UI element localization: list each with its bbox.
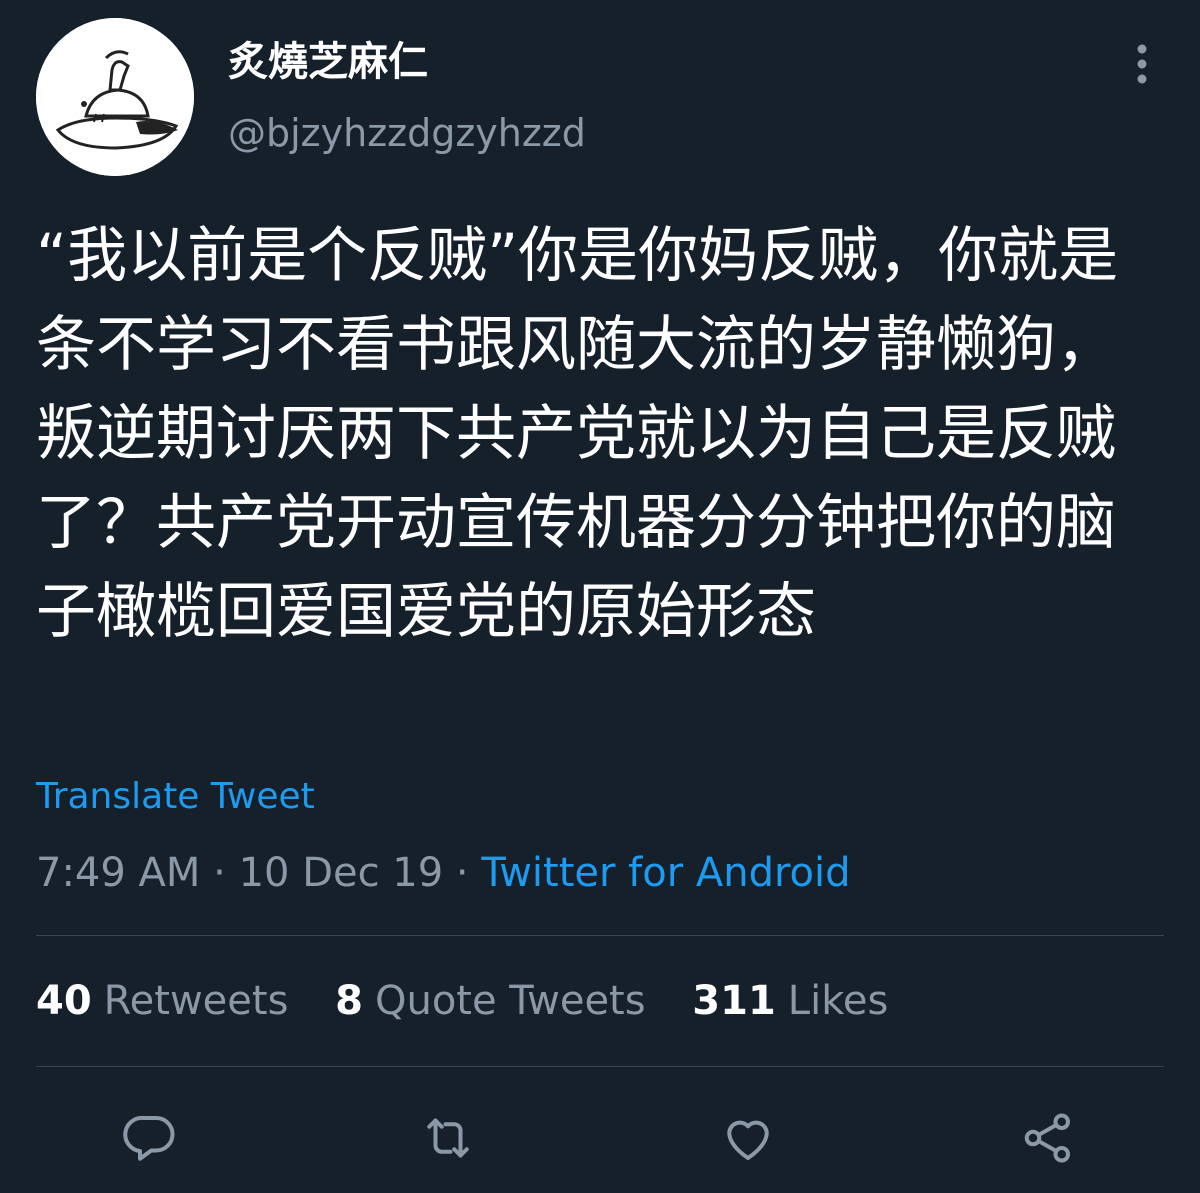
- reply-icon[interactable]: [120, 1108, 180, 1168]
- likes-label: Likes: [787, 978, 889, 1024]
- tweet-actions-bar: [0, 1100, 1200, 1180]
- share-icon[interactable]: [1018, 1108, 1078, 1168]
- tweet-source-link[interactable]: Twitter for Android: [481, 850, 850, 896]
- tweet-time: 7:49 AM: [36, 850, 201, 896]
- meta-separator: ·: [443, 850, 482, 896]
- likes-stat[interactable]: 311 Likes: [692, 974, 888, 1028]
- translate-tweet-link[interactable]: Translate Tweet: [36, 772, 315, 822]
- display-name[interactable]: 炙燒芝麻仁: [228, 36, 428, 88]
- tweet-text: “我以前是个反贼”你是你妈反贼，你就是条不学习不看书跟风随大流的岁静懒狗，叛逆期…: [36, 221, 1119, 647]
- retweets-count: 40: [36, 978, 92, 1024]
- avatar[interactable]: [36, 18, 194, 176]
- quote-tweets-stat[interactable]: 8 Quote Tweets: [335, 974, 645, 1028]
- retweets-label: Retweets: [103, 978, 289, 1024]
- meta-separator: ·: [200, 850, 239, 896]
- likes-count: 311: [692, 978, 776, 1024]
- tweet-metadata: 7:49 AM · 10 Dec 19 · Twitter for Androi…: [36, 846, 851, 900]
- retweets-stat[interactable]: 40 Retweets: [36, 974, 288, 1028]
- quote-tweets-label: Quote Tweets: [374, 978, 646, 1024]
- divider: [36, 935, 1164, 936]
- user-handle[interactable]: @bjzyhzzdgzyhzzd: [228, 108, 586, 158]
- avatar-drawing-icon: [36, 18, 194, 176]
- retweet-icon[interactable]: [418, 1108, 478, 1168]
- tweet-date: 10 Dec 19: [238, 850, 444, 896]
- divider: [36, 1066, 1164, 1067]
- more-vertical-icon[interactable]: [1124, 40, 1160, 88]
- quote-tweets-count: 8: [335, 978, 363, 1024]
- heart-icon[interactable]: [718, 1108, 778, 1168]
- tweet-stats: 40 Retweets 8 Quote Tweets 311 Likes: [36, 974, 922, 1028]
- tweet-header: 炙燒芝麻仁 @bjzyhzzdgzyhzzd: [0, 0, 1200, 180]
